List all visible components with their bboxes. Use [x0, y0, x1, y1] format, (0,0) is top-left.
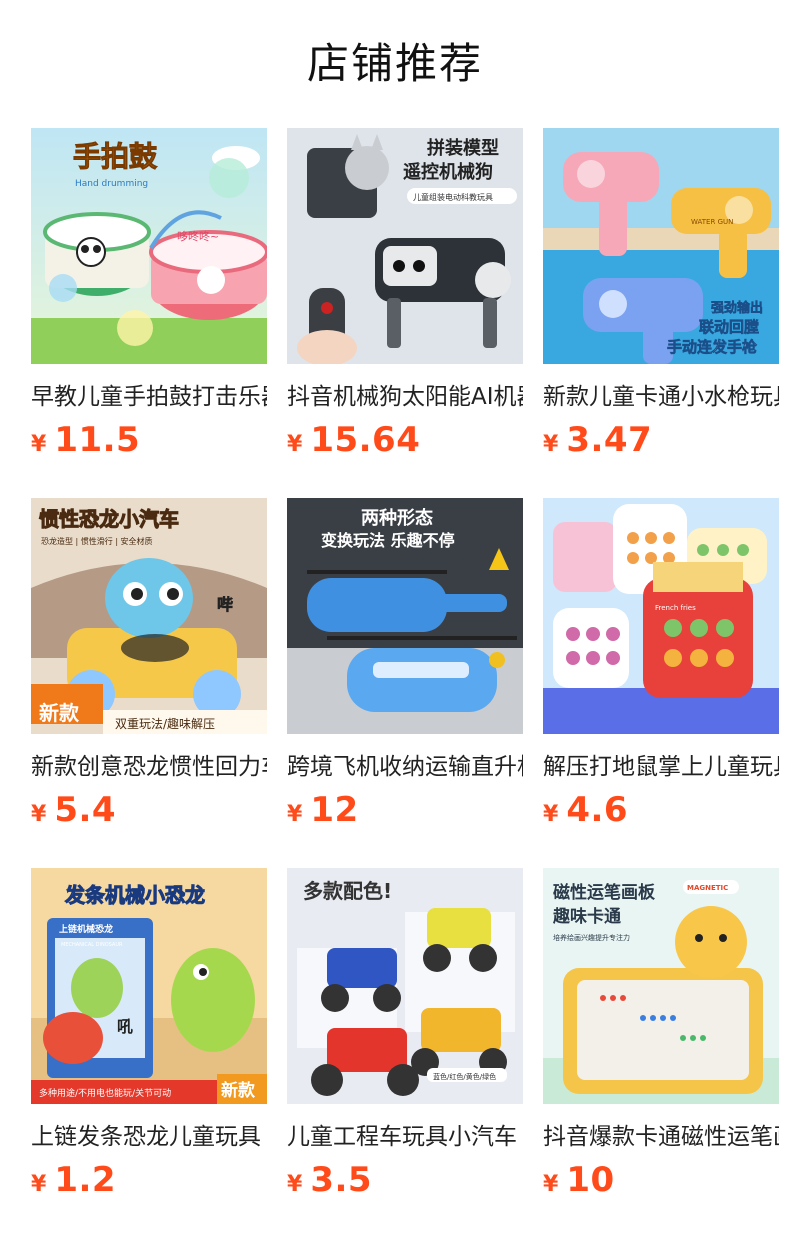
image-caption: 恐龙造型 | 惯性滑行 | 安全材质 [41, 536, 153, 546]
product-price: ¥ 11.5 [31, 420, 267, 462]
currency-symbol: ¥ [543, 802, 559, 827]
image-caption: 发条机械小恐龙 [64, 883, 205, 907]
image-caption: 新款 [221, 1080, 256, 1101]
page-header: 店铺推荐 [0, 36, 790, 92]
price-value: 12 [310, 790, 359, 830]
product-image[interactable]: WATER GUN 强劲输出 联动回膛 手动连发手枪 [543, 128, 779, 364]
product-card[interactable]: 两种形态 变换玩法 乐趣不停 跨境飞机收纳运输直升机 ¥ 12 [287, 498, 523, 868]
image-caption: 蓝色/红色/黄色/绿色 [433, 1072, 496, 1081]
product-price: ¥ 15.64 [287, 420, 523, 462]
image-caption: 手动连发手枪 [667, 338, 757, 356]
product-image[interactable]: 多款配色! 蓝色/红色/黄色/绿色 [287, 868, 523, 1104]
image-caption: MAGNETIC [687, 884, 728, 892]
image-caption: 遥控机械狗 [403, 161, 493, 183]
image-caption: MECHANICAL DINOSAUR [61, 942, 123, 948]
product-price: ¥ 4.6 [543, 790, 779, 832]
product-image[interactable]: French fries [543, 498, 779, 734]
image-caption: 手拍鼓 [73, 140, 158, 173]
image-caption: 惯性恐龙小汽车 [39, 507, 179, 531]
image-caption: French fries [655, 604, 696, 612]
product-price: ¥ 3.47 [543, 420, 779, 462]
product-image[interactable]: 手拍鼓 Hand drumming 哆咚咚~ [31, 128, 267, 364]
image-caption: WATER GUN [691, 218, 733, 226]
product-title[interactable]: 抖音机械狗太阳能AI机器狗 [287, 382, 523, 412]
image-caption: 培养绘画兴趣提升专注力 [553, 933, 630, 942]
product-title[interactable]: 解压打地鼠掌上儿童玩具 [543, 752, 779, 782]
price-value: 5.4 [54, 790, 117, 830]
currency-symbol: ¥ [287, 432, 303, 457]
image-caption: 多种用途/不用电也能玩/关节可动 [39, 1087, 171, 1099]
product-image[interactable]: 磁性运笔画板 趣味卡通 培养绘画兴趣提升专注力 MAGNETIC [543, 868, 779, 1104]
image-caption: 多款配色! [303, 879, 392, 903]
product-title[interactable]: 抖音爆款卡通磁性运笔画板 [543, 1122, 779, 1152]
image-caption: 变换玩法 乐趣不停 [321, 531, 455, 550]
image-caption: 磁性运笔画板 [553, 882, 656, 903]
image-caption: 儿童组装电动科教玩具 [413, 192, 493, 202]
price-value: 4.6 [566, 790, 629, 830]
product-title[interactable]: 儿童工程车玩具小汽车 [287, 1122, 523, 1152]
image-caption: 联动回膛 [699, 318, 759, 336]
product-image[interactable]: 惯性恐龙小汽车 恐龙造型 | 惯性滑行 | 安全材质 新款 双重玩法/趣味解压 … [31, 498, 267, 734]
product-image[interactable]: 发条机械小恐龙 上链机械恐龙 MECHANICAL DINOSAUR 多种用途/… [31, 868, 267, 1104]
image-caption: 强劲输出 [711, 300, 763, 316]
currency-symbol: ¥ [543, 1172, 559, 1197]
image-caption: 上链机械恐龙 [59, 923, 113, 935]
currency-symbol: ¥ [31, 802, 47, 827]
price-value: 10 [566, 1160, 615, 1200]
currency-symbol: ¥ [31, 1172, 47, 1197]
price-value: 1.2 [54, 1160, 117, 1200]
product-title[interactable]: 新款儿童卡通小水枪玩具 [543, 382, 779, 412]
product-card[interactable]: 手拍鼓 Hand drumming 哆咚咚~ 早教儿童手拍鼓打击乐器 ¥ 11.… [31, 128, 267, 498]
product-grid: 手拍鼓 Hand drumming 哆咚咚~ 早教儿童手拍鼓打击乐器 ¥ 11.… [31, 128, 780, 1236]
currency-symbol: ¥ [31, 432, 47, 457]
product-title[interactable]: 上链发条恐龙儿童玩具 [31, 1122, 267, 1152]
product-title[interactable]: 早教儿童手拍鼓打击乐器 [31, 382, 267, 412]
currency-symbol: ¥ [287, 1172, 303, 1197]
product-card[interactable]: French fries 解压打地鼠掌上儿童玩具 ¥ 4.6 [543, 498, 779, 868]
image-caption: 哔 [217, 595, 233, 614]
product-card[interactable]: 拼装模型 遥控机械狗 儿童组装电动科教玩具 抖音机械狗太阳能AI机器狗 ¥ 15… [287, 128, 523, 498]
product-card[interactable]: 多款配色! 蓝色/红色/黄色/绿色 儿童工程车玩具小汽车 ¥ 3.5 [287, 868, 523, 1236]
product-title[interactable]: 跨境飞机收纳运输直升机 [287, 752, 523, 782]
currency-symbol: ¥ [287, 802, 303, 827]
price-value: 3.5 [310, 1160, 373, 1200]
product-price: ¥ 12 [287, 790, 523, 832]
product-card[interactable]: 磁性运笔画板 趣味卡通 培养绘画兴趣提升专注力 MAGNETIC 抖音爆款卡通磁… [543, 868, 779, 1236]
image-caption: 吼 [117, 1017, 133, 1036]
product-card[interactable]: 惯性恐龙小汽车 恐龙造型 | 惯性滑行 | 安全材质 新款 双重玩法/趣味解压 … [31, 498, 267, 868]
product-card[interactable]: WATER GUN 强劲输出 联动回膛 手动连发手枪 新款儿童卡通小水枪玩具 ¥… [543, 128, 779, 498]
image-caption: 新款 [39, 701, 80, 725]
product-image[interactable]: 拼装模型 遥控机械狗 儿童组装电动科教玩具 [287, 128, 523, 364]
product-card[interactable]: 发条机械小恐龙 上链机械恐龙 MECHANICAL DINOSAUR 多种用途/… [31, 868, 267, 1236]
image-caption: 两种形态 [361, 507, 433, 529]
product-title[interactable]: 新款创意恐龙惯性回力车 [31, 752, 267, 782]
image-caption: 哆咚咚~ [177, 229, 219, 243]
image-caption: 双重玩法/趣味解压 [115, 716, 215, 731]
product-image[interactable]: 两种形态 变换玩法 乐趣不停 [287, 498, 523, 734]
price-value: 15.64 [310, 420, 421, 460]
price-value: 3.47 [566, 420, 653, 460]
image-caption: 拼装模型 [427, 137, 499, 159]
product-price: ¥ 10 [543, 1160, 779, 1202]
price-value: 11.5 [54, 420, 141, 460]
currency-symbol: ¥ [543, 432, 559, 457]
image-caption: 趣味卡通 [552, 906, 621, 927]
product-price: ¥ 5.4 [31, 790, 267, 832]
product-price: ¥ 1.2 [31, 1160, 267, 1202]
product-price: ¥ 3.5 [287, 1160, 523, 1202]
image-caption: Hand drumming [75, 179, 148, 189]
page-title: 店铺推荐 [306, 39, 483, 88]
